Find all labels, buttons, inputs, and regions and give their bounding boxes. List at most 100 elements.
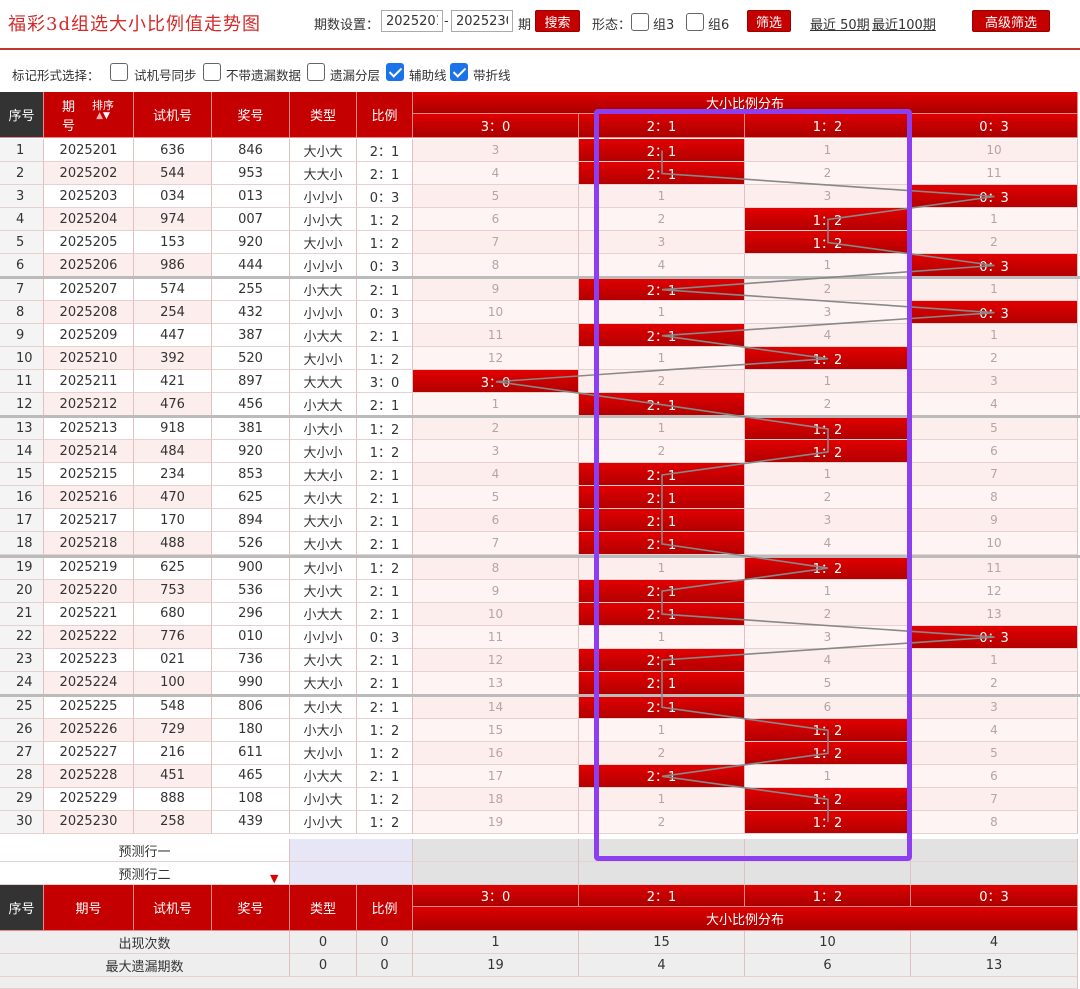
row-ratio: 2：1 (357, 648, 413, 672)
row-seq: 19 (0, 556, 44, 580)
group-separator (0, 415, 1080, 419)
dist-hit-cell: 1：2 (745, 718, 911, 742)
dist-miss-cell: 3 (911, 695, 1078, 719)
row-prize-number: 387 (212, 324, 290, 348)
predict-dist-cell[interactable] (745, 862, 911, 885)
predict-row-label: 预测行二 (0, 862, 290, 885)
dist-miss-cell: 10 (413, 301, 579, 325)
dist-miss-cell: 7 (413, 231, 579, 254)
predict-input-cell[interactable] (290, 839, 413, 862)
dist-miss-cell: 5 (413, 185, 579, 208)
advanced-filter-button[interactable]: 高级筛选 (972, 10, 1050, 32)
dist-miss-cell: 1 (911, 208, 1078, 231)
dist-miss-cell: 9 (413, 579, 579, 603)
row-prize-number: 953 (212, 162, 290, 185)
dist-miss-cell: 2 (745, 486, 911, 510)
dist-miss-cell: 2 (579, 810, 745, 834)
row-period: 2025223 (44, 648, 134, 672)
zu3-checkbox[interactable] (631, 13, 649, 31)
dist-hit-cell: 2：1 (579, 602, 745, 626)
dist-miss-cell: 11 (911, 556, 1078, 580)
row-ratio: 1：2 (357, 810, 413, 834)
row-period: 2025212 (44, 393, 134, 417)
dist-miss-cell: 1 (745, 764, 911, 788)
predict-input-cell[interactable] (290, 862, 413, 885)
dist-hit-cell: 2：1 (579, 393, 745, 417)
group-separator (0, 554, 1080, 558)
recent-100-link[interactable]: 最近100期 (872, 14, 936, 33)
row-test-number: 153 (134, 231, 212, 254)
zu6-checkbox[interactable] (686, 13, 704, 31)
predict-dist-cell[interactable] (579, 862, 745, 885)
row-prize-number: 894 (212, 509, 290, 533)
predict-dist-cell[interactable] (911, 839, 1078, 862)
dist-miss-cell: 12 (911, 579, 1078, 603)
row-ratio: 2：1 (357, 486, 413, 510)
row-test-number: 447 (134, 324, 212, 348)
search-button[interactable]: 搜索 (535, 10, 580, 32)
predict-dist-cell[interactable] (579, 839, 745, 862)
row-type: 大小大 (290, 486, 357, 510)
dist-miss-cell: 1 (579, 417, 745, 441)
row-prize-number: 108 (212, 787, 290, 811)
no-miss-label: 不带遗漏数据 (226, 68, 302, 83)
row-test-number: 254 (134, 301, 212, 325)
period-header-bottom: 号 (62, 118, 76, 134)
row-period: 2025208 (44, 301, 134, 325)
polyline-checkbox[interactable] (450, 63, 468, 81)
row-period: 2025213 (44, 417, 134, 441)
end-period-input[interactable] (451, 10, 513, 32)
dist-miss-cell: 9 (413, 278, 579, 302)
row-seq: 18 (0, 532, 44, 556)
row-prize-number: 846 (212, 139, 290, 162)
row-prize-number: 465 (212, 764, 290, 788)
test-sync-checkbox[interactable] (110, 63, 128, 81)
predict-dist-cell[interactable] (413, 839, 579, 862)
stat-dist-value: 13 (911, 954, 1078, 977)
recent-50-link[interactable]: 最近 50期 (810, 14, 870, 33)
test-sync-label: 试机号同步 (134, 68, 197, 83)
period-header[interactable]: 期号排序 ▲▼ (44, 92, 134, 138)
aux-line-label: 辅助线 (409, 68, 447, 83)
predict-dist-cell[interactable] (911, 862, 1078, 885)
aux-line-checkbox[interactable] (386, 63, 404, 81)
row-test-number: 488 (134, 532, 212, 556)
stat-dist-value: 4 (911, 931, 1078, 954)
dist-miss-cell: 1 (911, 324, 1078, 348)
row-period: 2025221 (44, 602, 134, 626)
row-seq: 15 (0, 463, 44, 487)
dist-miss-cell: 3 (911, 370, 1078, 394)
start-period-input[interactable] (381, 10, 443, 32)
ratio-header: 比例 (357, 92, 413, 138)
miss-layer-checkbox[interactable] (307, 63, 325, 81)
dist-hit-cell: 2：1 (579, 695, 745, 719)
stat-dist-value: 1 (413, 931, 579, 954)
sort-arrows-icon: ▲▼ (96, 111, 110, 121)
row-seq: 10 (0, 347, 44, 371)
row-ratio: 1：2 (357, 440, 413, 464)
dist-hit-cell: 2：1 (579, 463, 745, 487)
dist-miss-cell: 1 (413, 393, 579, 417)
row-period: 2025216 (44, 486, 134, 510)
row-period: 2025218 (44, 532, 134, 556)
row-type: 小大大 (290, 393, 357, 417)
row-test-number: 421 (134, 370, 212, 394)
footer-type-header: 类型 (290, 885, 357, 931)
dist-miss-cell: 2 (745, 602, 911, 626)
dist-miss-cell: 1 (745, 254, 911, 277)
row-ratio: 1：2 (357, 231, 413, 254)
sort-button[interactable]: 排序 ▲▼ (92, 100, 114, 122)
row-period: 2025201 (44, 139, 134, 162)
period-setting-label: 期数设置： (314, 18, 380, 33)
filter-button[interactable]: 筛选 (747, 10, 791, 32)
dist-miss-cell: 5 (413, 486, 579, 510)
polyline-label: 带折线 (473, 68, 511, 83)
predict-dist-cell[interactable] (745, 839, 911, 862)
dist-miss-cell: 2 (579, 741, 745, 765)
row-prize-number: 520 (212, 347, 290, 371)
no-miss-checkbox[interactable] (203, 63, 221, 81)
predict-arrow-icon[interactable]: ▼ (270, 872, 278, 885)
row-period: 2025205 (44, 231, 134, 254)
dist-miss-cell: 11 (911, 162, 1078, 185)
predict-dist-cell[interactable] (413, 862, 579, 885)
